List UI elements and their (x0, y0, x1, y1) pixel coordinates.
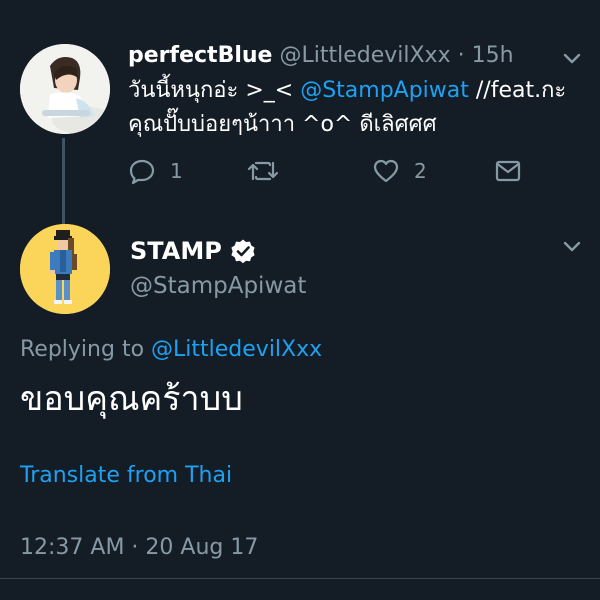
avatar-photo (20, 44, 110, 134)
tweet1-mention[interactable]: @StampApiwat (300, 78, 469, 103)
thread-connector-line (62, 138, 65, 224)
tweet1-action-bar: 1 2 (128, 156, 548, 186)
tweet1-text-line2: คุณปั๊บบ่อยๆน้าาา ^o^ ดีเลิศศศ (128, 112, 437, 137)
chevron-down-icon[interactable] (562, 52, 582, 66)
tweet2-timestamp[interactable]: 12:37 AM · 20 Aug 17 (20, 532, 258, 564)
reply-button[interactable]: 1 (128, 156, 183, 186)
reply-icon (129, 159, 155, 185)
avatar-stamp[interactable] (20, 224, 110, 314)
divider (0, 578, 600, 579)
heart-icon (373, 159, 399, 183)
tweet1-text-part1: วันนี้หนุกอ่ะ >_< (128, 78, 301, 103)
tweet2-text: ขอบคุณคร้าบบ (20, 379, 243, 419)
translate-link[interactable]: Translate from Thai (20, 460, 232, 492)
tweet2-display-name[interactable]: STAMP (130, 234, 222, 268)
tweet1-header: perfectBlue @LittledevilXxx · 15h (128, 40, 568, 72)
envelope-icon (495, 160, 521, 182)
avatar-pixel-character (20, 224, 110, 314)
replying-to-mention[interactable]: @LittledevilXxx (151, 337, 322, 362)
replying-to-prefix: Replying to (20, 337, 152, 362)
tweet2-handle[interactable]: @StampApiwat (130, 270, 306, 302)
tweet1-handle[interactable]: @LittledevilXxx (279, 43, 450, 68)
tweet1-display-name[interactable]: perfectBlue (128, 43, 272, 68)
like-count: 2 (414, 159, 427, 183)
tweet1-time[interactable]: 15h (472, 43, 514, 68)
retweet-button[interactable] (246, 156, 294, 186)
tweet1-text: วันนี้หนุกอ่ะ >_< @StampApiwat //feat.กะ… (128, 74, 578, 142)
like-button[interactable]: 2 (372, 156, 427, 186)
retweet-icon (247, 161, 279, 181)
avatar-perfectblue[interactable] (20, 44, 110, 134)
tweet1-separator: · (450, 43, 472, 68)
tweet1-text-part2: //feat.กะ (468, 78, 567, 103)
tweet1-text-line1: วันนี้หนุกอ่ะ >_< @StampApiwat //feat.กะ (128, 74, 578, 108)
tweet2-display-name-row: STAMP (130, 234, 256, 268)
tweet-thread: perfectBlue @LittledevilXxx · 15h วันนี้… (0, 0, 600, 600)
chevron-down-icon[interactable] (562, 240, 582, 254)
verified-badge-icon (231, 239, 255, 264)
reply-count: 1 (170, 159, 183, 183)
replying-to-line: Replying to @LittledevilXxx (20, 334, 322, 366)
direct-message-button[interactable] (494, 156, 522, 186)
